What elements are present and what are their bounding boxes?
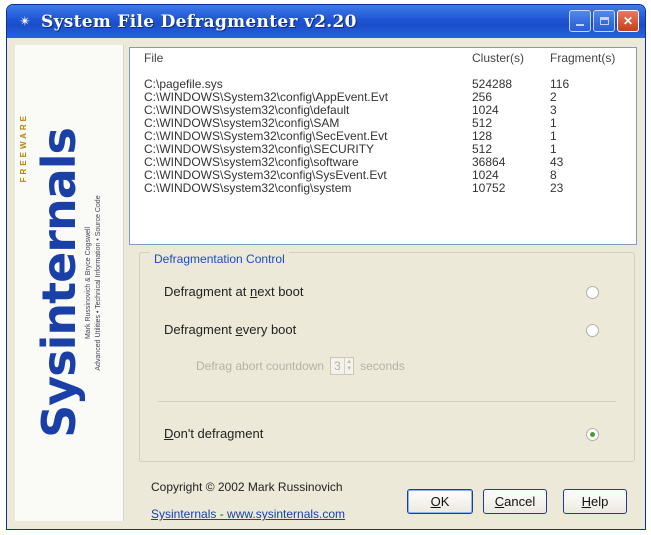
label-accel: H xyxy=(581,494,592,509)
countdown-label: Defrag abort countdown xyxy=(196,359,325,373)
close-button[interactable]: ✕ xyxy=(617,10,639,32)
list-row[interactable]: C:\WINDOWS\system32\config\system 10752 23 xyxy=(130,182,636,195)
radio-every-boot[interactable] xyxy=(586,324,599,337)
maximize-button[interactable] xyxy=(593,10,615,32)
sysinternals-logo-panel: FREEWARE Sysinternals Mark Russinovich &… xyxy=(15,45,124,521)
freeware-label: FREEWARE xyxy=(19,113,28,183)
defrag-app-icon[interactable]: ✴ xyxy=(15,12,35,32)
spin-up-icon[interactable]: ▲ xyxy=(346,359,352,366)
label-part: ext boot xyxy=(257,284,304,299)
abort-countdown-row: Defrag abort countdown 3 ▲ ▼ seconds xyxy=(196,357,405,375)
sysinternals-logo: FREEWARE Sysinternals Mark Russinovich &… xyxy=(19,73,119,493)
clusters-cell: 10752 xyxy=(472,181,506,195)
label-part: Defragment xyxy=(164,322,236,337)
label-part: on't defragment xyxy=(173,426,264,441)
label-accel: O xyxy=(430,494,441,509)
copyright-text: Copyright © 2002 Mark Russinovich xyxy=(151,480,343,494)
logo-wordmark: Sysinternals xyxy=(32,128,86,438)
option-every-boot-label[interactable]: Defragment every boot xyxy=(164,322,296,337)
spin-down-icon[interactable]: ▼ xyxy=(346,366,352,373)
help-button[interactable]: Help xyxy=(563,489,627,514)
logo-tagline-authors: Mark Russinovich & Bryce Cogswell xyxy=(85,226,92,340)
window-controls: ✕ xyxy=(569,10,639,32)
minimize-icon xyxy=(576,24,584,26)
label-part: elp xyxy=(591,494,609,509)
countdown-value: 3 xyxy=(334,359,341,373)
sysinternals-link[interactable]: Sysinternals - www.sysinternals.com xyxy=(151,507,345,521)
list-rows: C:\pagefile.sys 524288 116 C:\WINDOWS\Syste… xyxy=(130,78,636,195)
logo-tagline-utilities: Advanced Utilities • Technical Informati… xyxy=(95,195,102,371)
column-clusters[interactable]: Cluster(s) xyxy=(472,51,524,65)
separator xyxy=(158,401,616,402)
radio-dont-defrag[interactable] xyxy=(586,428,599,441)
label-accel: D xyxy=(164,426,174,441)
cancel-button[interactable]: Cancel xyxy=(483,489,547,514)
maximize-icon xyxy=(599,17,609,25)
label-accel: e xyxy=(235,322,243,337)
radio-next-boot[interactable] xyxy=(586,286,599,299)
minimize-button[interactable] xyxy=(569,10,591,32)
option-next-boot-label[interactable]: Defragment at next boot xyxy=(164,284,304,299)
defragmenter-window: ✴ System File Defragmenter v2.20 ✕ FREEW… xyxy=(6,4,646,530)
close-icon: ✕ xyxy=(622,14,634,28)
column-fragments[interactable]: Fragment(s) xyxy=(550,51,615,65)
spinner-arrows[interactable]: ▲ ▼ xyxy=(344,358,353,374)
label-accel: C xyxy=(494,494,505,509)
file-cell: C:\WINDOWS\system32\config\system xyxy=(144,181,352,195)
label-part: very boot xyxy=(242,322,297,337)
list-header: File Cluster(s) Fragment(s) xyxy=(130,48,636,68)
window-title: System File Defragmenter v2.20 xyxy=(41,11,357,32)
ok-button[interactable]: OK xyxy=(407,489,473,514)
label-part: Defragment at xyxy=(164,284,250,299)
group-legend: Defragmentation Control xyxy=(150,252,289,266)
column-file[interactable]: File xyxy=(144,51,163,65)
title-bar[interactable]: ✴ System File Defragmenter v2.20 ✕ xyxy=(7,5,645,38)
fragmented-files-list[interactable]: File Cluster(s) Fragment(s) C:\pagefile.… xyxy=(129,47,637,245)
defragmentation-control-group: Defragmentation Control Defragment at ne… xyxy=(139,252,635,462)
label-part: ancel xyxy=(504,494,536,509)
countdown-spinner[interactable]: 3 ▲ ▼ xyxy=(330,357,355,375)
countdown-unit: seconds xyxy=(360,359,405,373)
fragments-cell: 23 xyxy=(550,181,564,195)
option-dont-defrag-label[interactable]: Don't defragment xyxy=(164,426,263,441)
label-part: K xyxy=(440,494,450,509)
